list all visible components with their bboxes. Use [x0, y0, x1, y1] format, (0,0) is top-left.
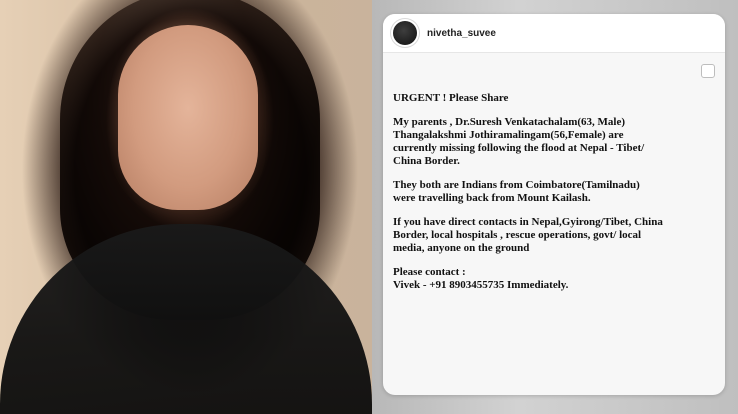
- photo-shirt-shape: [0, 224, 372, 414]
- post-text-line: China Border.: [393, 154, 460, 167]
- post-text-line: If you have direct contacts in Nepal,Gyi…: [393, 215, 663, 228]
- instagram-post-card: nivetha_suvee URGENT ! Please Share My p…: [383, 14, 725, 395]
- profile-photo: [0, 0, 372, 414]
- post-paragraph-5: Please contact : Vivek - +91 8903455735 …: [393, 266, 715, 292]
- post-text-line: My parents , Dr.Suresh Venkatachalam(63,…: [393, 115, 626, 128]
- post-text-line: They both are Indians from Coimbatore(Ta…: [393, 178, 640, 191]
- post-text-line: Please contact :: [393, 265, 466, 278]
- post-text-line: URGENT ! Please Share: [393, 92, 509, 104]
- post-text-line: Vivek - +91 8903455735 Immediately.: [393, 278, 569, 291]
- post-text: URGENT ! Please Share My parents , Dr.Su…: [393, 92, 715, 292]
- post-paragraph-3: They both are Indians from Coimbatore(Ta…: [393, 179, 715, 205]
- post-text-line: currently missing following the flood at…: [393, 141, 645, 154]
- post-text-line: media, anyone on the ground: [393, 241, 530, 254]
- post-paragraph-2: My parents , Dr.Suresh Venkatachalam(63,…: [393, 116, 715, 168]
- username[interactable]: nivetha_suvee: [427, 28, 496, 39]
- post-text-line: Thangalakshmi Jothiramalingam(56,Female)…: [393, 128, 624, 141]
- post-text-line: were travelling back from Mount Kailash.: [393, 191, 591, 204]
- photo-face-shape: [118, 25, 258, 210]
- post-text-line: Border, local hospitals , rescue operati…: [393, 228, 642, 241]
- checkbox-icon[interactable]: [701, 64, 715, 78]
- avatar[interactable]: [393, 21, 417, 45]
- post-paragraph-4: If you have direct contacts in Nepal,Gyi…: [393, 216, 715, 255]
- post-header: nivetha_suvee: [383, 14, 725, 53]
- post-paragraph-1: URGENT ! Please Share: [393, 92, 715, 105]
